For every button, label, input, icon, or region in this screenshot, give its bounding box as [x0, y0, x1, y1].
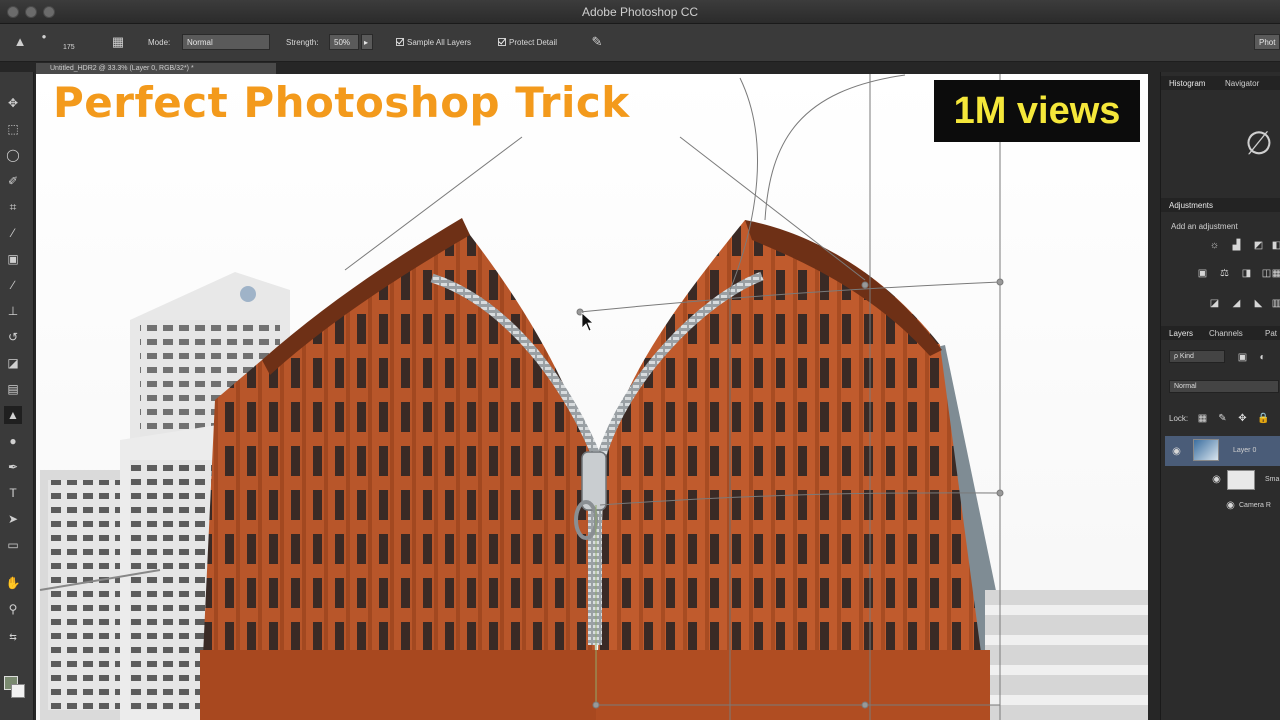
- views-badge: 1M views: [934, 80, 1140, 142]
- mode-select[interactable]: Normal: [182, 34, 270, 50]
- smart-filters-label: Sma: [1265, 476, 1280, 483]
- tab-layers[interactable]: Layers: [1169, 329, 1193, 338]
- brush-tool-icon[interactable]: ∕: [4, 276, 22, 294]
- workspace-switcher[interactable]: Phot: [1254, 34, 1280, 50]
- protect-detail-checkbox[interactable]: Protect Detail: [498, 38, 557, 47]
- add-adjustment-label: Add an adjustment: [1171, 222, 1238, 231]
- canvas-artwork: [36, 74, 1148, 720]
- invert-adjustment-icon[interactable]: ◪: [1209, 298, 1220, 309]
- checkmark-icon: [396, 38, 404, 46]
- tab-paths[interactable]: Pat: [1265, 329, 1277, 338]
- lasso-tool-icon[interactable]: ◯: [4, 146, 22, 164]
- tab-adjustments[interactable]: Adjustments: [1169, 201, 1213, 210]
- no-histogram-icon: ∅: [1245, 125, 1273, 161]
- layer-filter-kind[interactable]: ρ Kind: [1169, 350, 1225, 363]
- dodge-tool-icon[interactable]: ●: [4, 432, 22, 450]
- eyedropper-tool-icon[interactable]: ⁄: [4, 224, 22, 242]
- eraser-tool-icon[interactable]: ◪: [4, 354, 22, 372]
- tab-channels[interactable]: Channels: [1209, 329, 1243, 338]
- background-color-swatch[interactable]: [11, 684, 25, 698]
- exposure-adjustment-icon[interactable]: ◧: [1271, 240, 1280, 251]
- rectangle-tool-icon[interactable]: ▭: [4, 536, 22, 554]
- lock-all-icon[interactable]: 🔒: [1257, 413, 1269, 424]
- photo-filter-adjustment-icon[interactable]: ▦: [1271, 268, 1280, 279]
- tab-histogram[interactable]: Histogram: [1169, 79, 1205, 88]
- mode-label: Mode:: [148, 38, 171, 47]
- protect-detail-label: Protect Detail: [509, 38, 558, 47]
- lock-position-icon[interactable]: ✥: [1237, 413, 1248, 424]
- checkmark-icon: [498, 38, 506, 46]
- strength-input[interactable]: 50%: [329, 34, 359, 50]
- brightness-adjustment-icon[interactable]: ☼: [1209, 240, 1220, 251]
- history-brush-tool-icon[interactable]: ↺: [4, 328, 22, 346]
- layer-thumbnail: [1193, 439, 1219, 461]
- gradient-tool-icon[interactable]: ▤: [4, 380, 22, 398]
- camera-raw-filter-label[interactable]: Camera R: [1239, 502, 1271, 509]
- brush-size-value: 175: [63, 44, 75, 51]
- right-panel-dock: Histogram Navigator ∅ Adjustments Add an…: [1160, 72, 1280, 720]
- sample-all-layers-checkbox[interactable]: Sample All Layers: [396, 38, 471, 47]
- options-bar: ▲ ● 175 ▦ Mode: Normal Strength: 50% ▸ S…: [0, 24, 1280, 62]
- document-canvas[interactable]: [36, 74, 1148, 720]
- zoom-tool-icon[interactable]: ⚲: [4, 600, 22, 618]
- filter-adjustment-icon[interactable]: ◐: [1257, 352, 1268, 363]
- layers-panel-tabs: Layers Channels Pat: [1161, 326, 1280, 340]
- pen-tool-icon[interactable]: ✒: [4, 458, 22, 476]
- strength-dropdown-icon[interactable]: ▸: [361, 34, 373, 50]
- crop-tool-icon[interactable]: ⌗: [4, 198, 22, 216]
- app-title: Adobe Photoshop CC: [581, 5, 699, 19]
- type-tool-icon[interactable]: T: [4, 484, 22, 502]
- quick-select-tool-icon[interactable]: ✐: [4, 172, 22, 190]
- lock-transparent-icon[interactable]: ▦: [1197, 413, 1208, 424]
- tab-navigator[interactable]: Navigator: [1225, 79, 1259, 88]
- posterize-adjustment-icon[interactable]: ◢: [1231, 298, 1242, 309]
- filter-eye-icon[interactable]: ◉: [1225, 500, 1236, 511]
- threshold-adjustment-icon[interactable]: ◣: [1253, 298, 1264, 309]
- filter-visibility-eye-icon[interactable]: ◉: [1211, 474, 1222, 485]
- brush-preset-picker[interactable]: ●: [34, 32, 54, 52]
- filter-pixel-icon[interactable]: ▣: [1237, 352, 1248, 363]
- smudge-tool-icon[interactable]: ▲: [10, 32, 30, 52]
- path-selection-tool-icon[interactable]: ➤: [4, 510, 22, 528]
- smart-filter-mask-thumbnail: [1227, 470, 1255, 490]
- vibrance-adjustment-icon[interactable]: ▣: [1197, 268, 1208, 279]
- strength-label: Strength:: [286, 38, 319, 47]
- headline-text: Perfect Photoshop Trick: [53, 78, 630, 127]
- curves-adjustment-icon[interactable]: ◩: [1253, 240, 1264, 251]
- smudge-tool-icon[interactable]: ▲: [4, 406, 22, 424]
- lock-pixels-icon[interactable]: ✎: [1217, 413, 1228, 424]
- swap-colors-icon[interactable]: ⇆: [4, 628, 22, 646]
- adjustments-panel-tabs: Adjustments: [1161, 198, 1280, 212]
- lock-label: Lock:: [1169, 414, 1189, 423]
- title-bar: Adobe Photoshop CC: [0, 0, 1280, 24]
- layer-name: Layer 0: [1233, 447, 1257, 454]
- levels-adjustment-icon[interactable]: ▟: [1231, 240, 1242, 251]
- hue-adjustment-icon[interactable]: ⚖: [1219, 268, 1230, 279]
- healing-brush-tool-icon[interactable]: ▣: [4, 250, 22, 268]
- balance-adjustment-icon[interactable]: ◨: [1241, 268, 1252, 279]
- gradient-map-adjustment-icon[interactable]: ▥: [1271, 298, 1280, 309]
- marquee-tool-icon[interactable]: ⬚: [4, 120, 22, 138]
- sample-all-layers-label: Sample All Layers: [407, 38, 472, 47]
- clone-stamp-tool-icon[interactable]: ⊥: [4, 302, 22, 320]
- move-tool-icon[interactable]: ✥: [4, 94, 22, 112]
- histogram-panel-tabs: Histogram Navigator: [1161, 76, 1280, 90]
- tools-panel: ✥ ⬚ ◯ ✐ ⌗ ⁄ ▣ ∕ ⊥ ↺ ◪ ▤ ▲ ● ✒ T ➤ ▭ ✋ ⚲ …: [0, 72, 34, 720]
- layer-row-layer-0[interactable]: ◉ Layer 0: [1165, 436, 1280, 466]
- hand-tool-icon[interactable]: ✋: [4, 574, 22, 592]
- pressure-icon[interactable]: ✎: [587, 32, 607, 52]
- blend-mode-select[interactable]: Normal: [1169, 380, 1279, 393]
- brush-panel-icon[interactable]: ▦: [108, 32, 128, 52]
- visibility-eye-icon[interactable]: ◉: [1171, 446, 1182, 457]
